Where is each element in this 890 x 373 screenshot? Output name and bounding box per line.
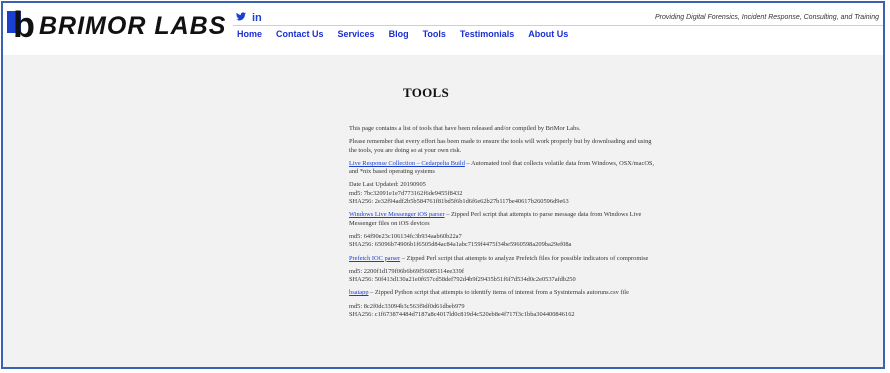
tool-link-live-response[interactable]: Live Response Collection – Cedarpelta Bu… — [349, 160, 465, 167]
site-header: b BRIMOR LABS in Providing Digital Foren… — [3, 3, 883, 55]
nav-about-us[interactable]: About Us — [528, 29, 568, 39]
tool-meta: Date Last Updated: 20190905 md5: 7bc3209… — [349, 181, 655, 206]
tool-link-bsatapp[interactable]: bsatapp — [349, 289, 369, 296]
tool-md5: md5: 2200f1d179f06b6b69f56085114ee339f — [349, 267, 464, 275]
tool-description: – Zipped Python script that attempts to … — [368, 289, 629, 297]
tool-md5: md5: 7bc32091e1e7d773162f6de9455f8432 — [349, 189, 463, 197]
logo-mark: b — [7, 7, 37, 43]
tool-entry: Prefetch IOC parser – Zipped Perl script… — [349, 255, 655, 263]
nav-home[interactable]: Home — [237, 29, 262, 39]
disclaimer-text: Please remember that every effort has be… — [349, 138, 652, 154]
intro-text: This page contains a list of tools that … — [349, 125, 581, 132]
site-tagline: Providing Digital Forensics, Incident Re… — [655, 14, 879, 21]
tool-md5: md5: 64f90e23c106134fc3b934aab60b22a7 — [349, 232, 462, 240]
browser-frame: b BRIMOR LABS in Providing Digital Foren… — [1, 1, 885, 369]
tool-md5: md5: 8c2f0dc33094b3c563f9df0d61dbeb979 — [349, 302, 465, 310]
tool-date: Date Last Updated: 20190905 — [349, 181, 426, 189]
tool-sha256: SHA256: 50f413d130a21e0f657cd58def792d4b… — [349, 276, 576, 284]
tool-entry: bsatapp – Zipped Python script that atte… — [349, 289, 655, 297]
tool-description: – Zipped Perl script that attempts to an… — [400, 254, 649, 262]
tool-link-prefetch-parser[interactable]: Prefetch IOC parser — [349, 255, 400, 262]
linkedin-icon[interactable]: in — [252, 12, 262, 24]
tool-sha256: SHA256: 2e32f94adf2b5b584761f81bd5f6b1d6… — [349, 198, 569, 206]
tool-meta: md5: 64f90e23c106134fc3b934aab60b22a7 SH… — [349, 233, 655, 250]
twitter-icon[interactable] — [236, 12, 246, 24]
tool-entry: Windows Live Messenger iOS parser – Zipp… — [349, 211, 655, 228]
tool-link-wlm-parser[interactable]: Windows Live Messenger iOS parser — [349, 211, 445, 218]
nav-blog[interactable]: Blog — [389, 29, 409, 39]
social-links: in — [236, 12, 262, 24]
nav-testimonials[interactable]: Testimonials — [460, 29, 514, 39]
tool-meta: md5: 8c2f0dc33094b3c563f9df0d61dbeb979 S… — [349, 303, 655, 320]
nav-contact-us[interactable]: Contact Us — [276, 29, 324, 39]
tool-entry: Live Response Collection – Cedarpelta Bu… — [349, 160, 655, 177]
logo-text: BRIMOR LABS — [39, 11, 227, 40]
page-title: TOOLS — [403, 85, 450, 100]
nav-tools[interactable]: Tools — [423, 29, 446, 39]
tool-sha256: SHA256: 65096b74906b1f6505d84ac84a1abc71… — [349, 241, 572, 249]
tool-sha256: SHA256: c1f673874484d7187a8c4017ld0c819d… — [349, 311, 575, 319]
tool-meta: md5: 2200f1d179f06b6b69f56085114ee339f S… — [349, 268, 655, 285]
brand-logo[interactable]: b BRIMOR LABS — [7, 7, 227, 43]
nav-services[interactable]: Services — [338, 29, 375, 39]
tools-content: This page contains a list of tools that … — [349, 125, 655, 324]
main-nav: Home Contact Us Services Blog Tools Test… — [237, 29, 568, 39]
